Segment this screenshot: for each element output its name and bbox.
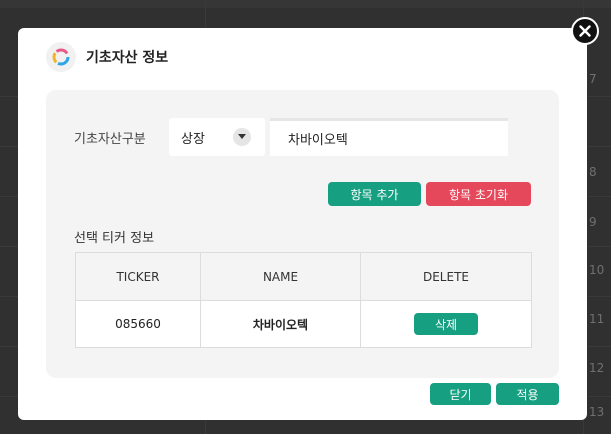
- ticker-table: TICKER NAME DELETE 085660 차바이오텍 삭제: [75, 252, 532, 348]
- column-header-name: NAME: [200, 252, 361, 301]
- close-button[interactable]: 닫기: [430, 383, 491, 405]
- background-header: [0, 0, 611, 8]
- asset-name-input[interactable]: [270, 118, 508, 156]
- column-header-ticker: TICKER: [75, 252, 201, 301]
- delete-row-button[interactable]: 삭제: [414, 313, 478, 335]
- background-row-number: 7: [589, 72, 597, 86]
- reset-items-button[interactable]: 항목 초기화: [426, 182, 531, 206]
- asset-info-modal: 기초자산 정보 기초자산구분 상장 항목 추가 항목 초기화 선택 티커 정보 …: [18, 28, 587, 420]
- background-row-number: 9: [589, 215, 597, 229]
- table-header-row: TICKER NAME DELETE: [75, 252, 532, 301]
- brand-logo-icon: [46, 42, 76, 72]
- modal-title: 기초자산 정보: [86, 50, 169, 66]
- add-item-button[interactable]: 항목 추가: [328, 182, 421, 206]
- ticker-cell: 085660: [75, 300, 201, 348]
- background-row-number: 12: [589, 361, 605, 375]
- asset-form-panel: 기초자산구분 상장 항목 추가 항목 초기화 선택 티커 정보 TICKER N…: [46, 90, 559, 378]
- apply-button[interactable]: 적용: [496, 383, 559, 405]
- caret-down-icon: [233, 128, 251, 146]
- asset-type-select[interactable]: 상장: [169, 118, 265, 156]
- background-row-number: 10: [589, 263, 605, 277]
- selected-ticker-title: 선택 티커 정보: [74, 231, 155, 246]
- close-icon[interactable]: [571, 17, 599, 45]
- background-row-number: 11: [589, 312, 605, 326]
- asset-type-value: 상장: [181, 131, 205, 147]
- background-row-number: 13: [589, 405, 605, 419]
- modal-header: 기초자산 정보: [46, 42, 168, 72]
- name-cell: 차바이오텍: [200, 300, 361, 348]
- table-row: 085660 차바이오텍 삭제: [75, 300, 532, 348]
- asset-type-label: 기초자산구분: [74, 132, 146, 147]
- delete-cell: 삭제: [360, 300, 532, 348]
- column-header-delete: DELETE: [360, 252, 532, 301]
- background-row-number: 8: [589, 165, 597, 179]
